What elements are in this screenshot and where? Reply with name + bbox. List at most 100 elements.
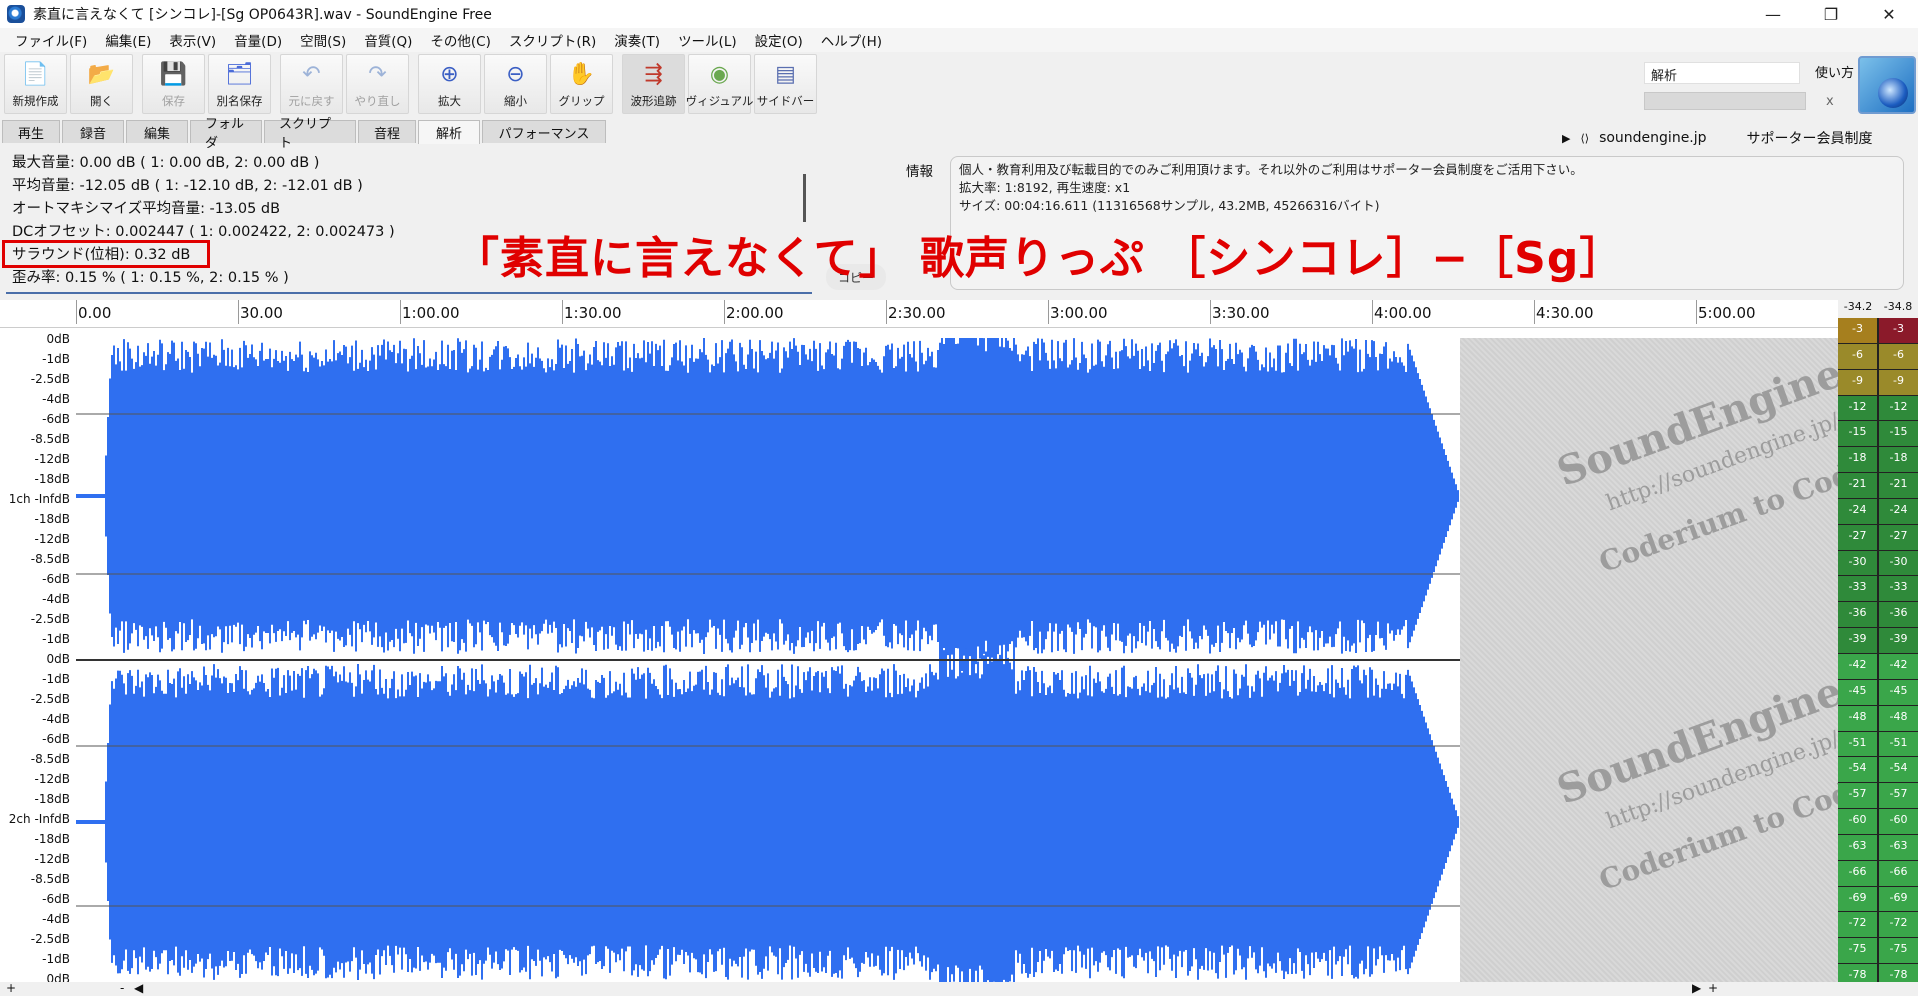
- meter-segment: -75: [1838, 938, 1877, 964]
- meter-segment: -9: [1879, 369, 1918, 395]
- toolbar-button-waveform-track[interactable]: ⇶ 波形追跡: [622, 54, 685, 114]
- menu-file[interactable]: ファイル(F): [6, 30, 96, 50]
- meter-segment: -15: [1879, 421, 1918, 447]
- tab-1[interactable]: 録音: [62, 120, 124, 143]
- toolbar-button-undo[interactable]: ↶ 元に戻す: [280, 54, 343, 114]
- maximize-button[interactable]: ❐: [1802, 0, 1860, 28]
- code-icon[interactable]: ⟨⟩: [1580, 132, 1589, 145]
- clear-icon[interactable]: x: [1826, 94, 1834, 109]
- waveform[interactable]: [76, 338, 1460, 982]
- toolbar-button-open-folder[interactable]: 📂 開く: [70, 54, 133, 114]
- toolbar-button-sidebar[interactable]: ▤ サイドバー: [754, 54, 817, 114]
- zoom-minus-icon[interactable]: -: [120, 981, 124, 995]
- tab-7[interactable]: パフォーマンス: [482, 120, 606, 143]
- scroll-right-icon[interactable]: ▶: [1692, 981, 1701, 995]
- ruler-tick: [724, 300, 725, 324]
- meter-scale-label: -36: [1848, 606, 1867, 620]
- usage-link[interactable]: 使い方: [1815, 62, 1854, 81]
- toolbar-label: 縮小: [504, 94, 527, 108]
- meter-segment: -18: [1838, 447, 1877, 473]
- toolbar-label: ヴィジュアル: [685, 94, 754, 108]
- toolbar-button-grip-hand[interactable]: ✋ グリップ: [550, 54, 613, 114]
- scroll-left-icon[interactable]: ◀: [134, 981, 143, 995]
- db-label: -18dB: [34, 512, 70, 526]
- menu-view[interactable]: 表示(V): [160, 30, 225, 50]
- db-label: -8.5dB: [30, 552, 70, 566]
- menu-script[interactable]: スクリプト(R): [500, 30, 605, 50]
- bottom-scrollbar[interactable]: + - ◀ ▶ +: [0, 981, 1918, 996]
- toolbar-button-new-file[interactable]: 📄 新規作成: [4, 54, 67, 114]
- toolbar-label: 新規作成: [12, 94, 59, 108]
- toolbar-button-visual[interactable]: ◉ ヴィジュアル: [685, 54, 754, 114]
- meter-segment: -15: [1838, 421, 1877, 447]
- tab-2[interactable]: 編集: [126, 120, 188, 143]
- meter-scale-label: -48: [1889, 709, 1908, 723]
- toolbar: 📄 新規作成 📂 開く 💾 保存 🗂 別名保存 ↶ 元に戻す ↷ やり直し ⊕ 拡大 ⊖ 縮小 ✋ グリップ ⇶ 波形…: [0, 54, 820, 118]
- time-ruler[interactable]: 0.00 30.00 1:00.00 1:30.00 2:00.00 2:30.00 3:0…: [0, 300, 1838, 328]
- toolbar-button-redo[interactable]: ↷ やり直し: [346, 54, 409, 114]
- tab-3[interactable]: フォルダ: [190, 117, 262, 151]
- db-label: -4dB: [42, 392, 70, 406]
- menu-settings[interactable]: 設定(O): [746, 30, 812, 50]
- menu-help[interactable]: ヘルプ(H): [812, 30, 891, 50]
- menu-edit[interactable]: 編集(E): [96, 30, 160, 50]
- meter-segment: -69: [1879, 886, 1918, 912]
- toolbar-button-zoom-out[interactable]: ⊖ 縮小: [484, 54, 547, 114]
- db-label: -8.5dB: [30, 872, 70, 886]
- db-label: -4dB: [42, 592, 70, 606]
- tab-6[interactable]: 解析: [418, 120, 480, 144]
- meter-scale-label: -57: [1848, 787, 1867, 801]
- tab-0[interactable]: 再生: [2, 120, 60, 143]
- meter-scale-label: -24: [1848, 502, 1867, 516]
- meter-right: -3 -6 -9 -12 -15 -18 -21 -24 -27 -30 -33 -36 -39 -42 -…: [1879, 318, 1918, 990]
- ruler-tick: [1534, 300, 1535, 324]
- tab-4[interactable]: スクリプト: [264, 117, 356, 151]
- menu-tools[interactable]: ツール(L): [669, 30, 746, 50]
- site-links: ▶ ⟨⟩ soundengine.jp サポーター会員制度: [1562, 128, 1913, 148]
- menu-play[interactable]: 演奏(T): [605, 30, 669, 50]
- title-bar: 素直に言えなくて [シンコレ]-[Sg OP0643R].wav - Sound…: [0, 0, 1918, 28]
- db-label: -2.5dB: [30, 692, 70, 706]
- db-label: -1dB: [42, 632, 70, 646]
- meter-scale-label: -75: [1889, 942, 1908, 956]
- menu-space[interactable]: 空間(S): [291, 30, 355, 50]
- play-arrow-icon[interactable]: ▶: [1562, 132, 1570, 145]
- zoom-plus-icon[interactable]: +: [6, 981, 16, 995]
- zoom-plus-right-icon[interactable]: +: [1708, 981, 1718, 995]
- meter-scale-label: -72: [1889, 916, 1908, 930]
- menu-volume[interactable]: 音量(D): [225, 30, 291, 50]
- toolbar-button-zoom-in[interactable]: ⊕ 拡大: [418, 54, 481, 114]
- supporter-link[interactable]: サポーター会員制度: [1747, 128, 1873, 148]
- ruler-tick: [1696, 300, 1697, 324]
- app-icon[interactable]: [7, 5, 25, 23]
- site-link[interactable]: soundengine.jp: [1599, 130, 1706, 146]
- meter-segment: -27: [1838, 524, 1877, 550]
- app-logo[interactable]: [1858, 56, 1916, 114]
- db-label: -6dB: [42, 572, 70, 586]
- meter-segment: -30: [1879, 550, 1918, 576]
- close-button[interactable]: ✕: [1860, 0, 1918, 28]
- db-label: -6dB: [42, 892, 70, 906]
- minimize-button[interactable]: —: [1744, 0, 1802, 28]
- stat-auto-max: オートマキシマイズ平均音量: -13.05 dB: [12, 201, 281, 217]
- toolbar-button-save-as[interactable]: 🗂 別名保存: [208, 54, 271, 114]
- meter-scale-label: -69: [1848, 890, 1867, 904]
- db-label: -4dB: [42, 912, 70, 926]
- meter-scale-label: -27: [1889, 528, 1908, 542]
- menu-other[interactable]: その他(C): [421, 30, 499, 50]
- meter-segment: -51: [1879, 731, 1918, 757]
- redo-icon: ↷: [368, 62, 387, 87]
- save-icon: 💾: [159, 62, 188, 87]
- tab-strip: 再生 録音 編集 フォルダ スクリプト 音程 解析 パフォーマンス: [2, 117, 608, 151]
- level-meters: -34.2 -34.8 -3 -6 -9 -12 -15 -18 -21 -24 -27 -30-…: [1838, 300, 1918, 996]
- stats-scrollbar[interactable]: [803, 174, 806, 222]
- overlay-title: 「素直に言えなくて」 歌声りっぷ ［シンコレ］−［Sg］: [455, 233, 1625, 284]
- meter-scale-label: -66: [1848, 864, 1867, 878]
- meter-scale-label: -63: [1889, 838, 1908, 852]
- toolbar-button-save[interactable]: 💾 保存: [142, 54, 205, 114]
- menu-quality[interactable]: 音質(Q): [355, 30, 421, 50]
- tab-5[interactable]: 音程: [358, 120, 416, 143]
- ruler-tick: [1048, 300, 1049, 324]
- meter-segment: -30: [1838, 550, 1877, 576]
- search-input[interactable]: 解析: [1644, 62, 1800, 84]
